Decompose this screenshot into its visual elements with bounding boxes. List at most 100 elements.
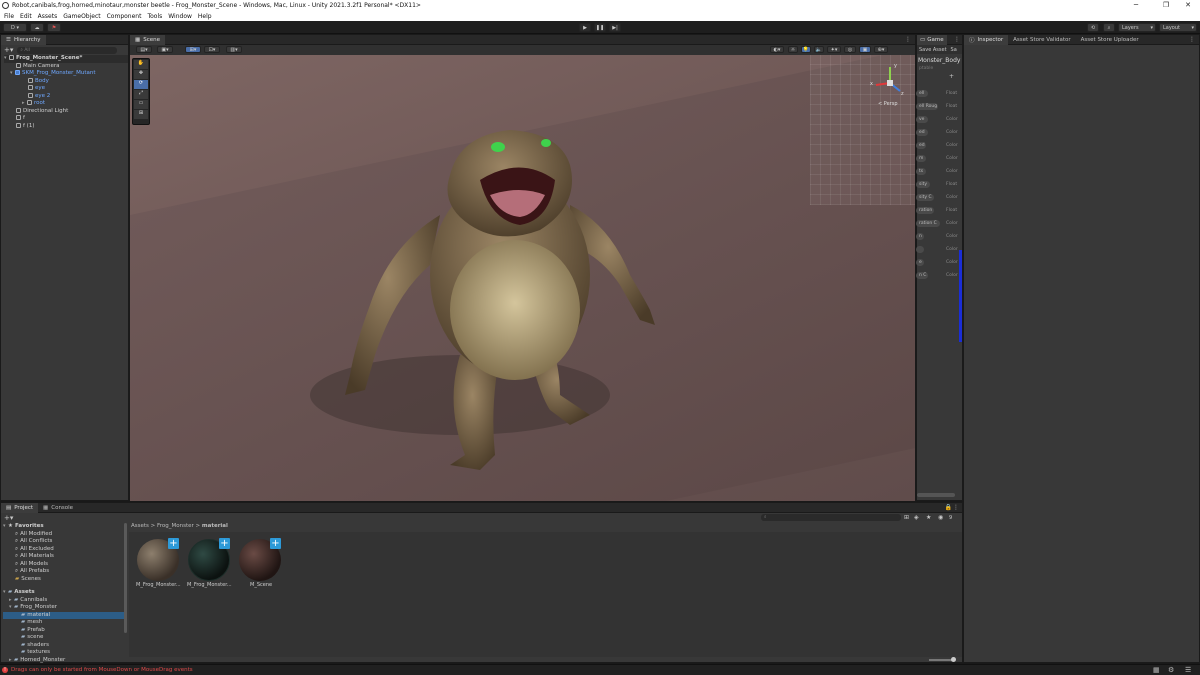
- layout-dropdown[interactable]: Layout ▾: [1159, 23, 1197, 32]
- prop-field[interactable]: sity: [916, 181, 930, 188]
- rect-tool-icon[interactable]: ▭: [134, 100, 148, 109]
- lock-icon[interactable]: 🔒: [945, 504, 952, 511]
- list-item[interactable]: ▾ SKM_Frog_Monster_Mutant: [4, 70, 128, 78]
- tab-scene[interactable]: ▦ Scene: [130, 34, 165, 45]
- assets-header[interactable]: ▾ ▰ Assets: [3, 589, 125, 597]
- menu-help[interactable]: Help: [198, 13, 212, 20]
- pause-button[interactable]: ❚❚: [594, 23, 606, 32]
- grid-snap-button[interactable]: ▥▾: [226, 46, 242, 53]
- prop-field[interactable]: ration C: [916, 220, 940, 227]
- debug-icon[interactable]: ⚙: [1168, 666, 1174, 674]
- collab-icon[interactable]: ⚑: [47, 23, 61, 32]
- step-button[interactable]: ▶|: [609, 23, 621, 32]
- list-item[interactable]: ▾ Frog_Monster_Scene*: [4, 55, 128, 63]
- blue-scrollbar[interactable]: [959, 250, 962, 342]
- list-item[interactable]: eye 2: [4, 92, 128, 101]
- menu-assets[interactable]: Assets: [38, 13, 58, 20]
- cache-icon[interactable]: ☰: [1185, 666, 1191, 674]
- tab-hierarchy[interactable]: ☰ Hierarchy: [1, 34, 46, 45]
- camera-icon[interactable]: ▣: [859, 46, 871, 53]
- list-item[interactable]: ▸ ▰ Cannibals: [3, 597, 125, 605]
- draw-mode-button[interactable]: ▣▾: [157, 46, 173, 53]
- transform-tool-icon[interactable]: ⊞: [134, 110, 148, 119]
- scene-viewport[interactable]: ✋ ✥ ⟳ ⤢ ▭ ⊞ y x z < Persp: [130, 55, 915, 501]
- 2d-toggle[interactable]: ◐▾: [770, 46, 784, 53]
- hierarchy-search-input[interactable]: ⌕ All: [17, 46, 118, 54]
- list-item[interactable]: ▸ root: [4, 100, 128, 108]
- more-icon[interactable]: ⋮: [1189, 36, 1195, 43]
- tab-asset-store-uploader[interactable]: Asset Store Uploader: [1076, 35, 1144, 45]
- project-search-input[interactable]: ⌕: [761, 514, 901, 521]
- list-item[interactable]: ▰ textures: [3, 649, 125, 657]
- game-scrollbar[interactable]: [917, 493, 955, 497]
- prop-field[interactable]: n: [916, 233, 924, 240]
- prop-field[interactable]: ts: [916, 168, 926, 175]
- persp-label[interactable]: < Persp: [878, 101, 898, 107]
- scene-gizmo[interactable]: y x z: [870, 63, 910, 103]
- move-tool-icon[interactable]: ✥: [134, 70, 148, 79]
- list-item[interactable]: Body: [4, 77, 128, 86]
- close-button[interactable]: ✕: [1176, 0, 1200, 11]
- light-icon[interactable]: 💡: [801, 46, 811, 53]
- rotate-tool-icon[interactable]: ⟳: [134, 80, 148, 89]
- prop-field[interactable]: ration: [916, 207, 934, 214]
- list-item[interactable]: ▰ mesh: [3, 619, 125, 627]
- minimize-button[interactable]: ─: [1124, 0, 1148, 11]
- play-button[interactable]: ▶: [579, 23, 591, 32]
- maximize-button[interactable]: ❐: [1154, 0, 1178, 11]
- list-item[interactable]: eye: [4, 85, 128, 93]
- list-item[interactable]: ▰ material: [3, 611, 125, 619]
- prop-field[interactable]: ell: [916, 90, 928, 97]
- list-item[interactable]: ▰ scene: [3, 634, 125, 642]
- add-icon[interactable]: +▾: [4, 514, 13, 522]
- menu-gameobject[interactable]: GameObject: [63, 13, 100, 20]
- save-asset-button[interactable]: Save Asset: [917, 47, 949, 53]
- account-button[interactable]: D ▾: [3, 23, 27, 32]
- layers-dropdown[interactable]: Layers ▾: [1118, 23, 1156, 32]
- frog-monster-model[interactable]: [130, 55, 915, 501]
- menu-component[interactable]: Component: [107, 13, 142, 20]
- prop-field[interactable]: ve: [916, 116, 928, 123]
- filter-by-label-icon[interactable]: ◈: [914, 514, 919, 521]
- scale-tool-icon[interactable]: ⤢: [134, 90, 148, 99]
- audio-icon[interactable]: 🔈: [814, 46, 824, 53]
- breadcrumb-material[interactable]: material: [202, 523, 228, 529]
- breadcrumb-assets[interactable]: Assets: [131, 523, 149, 529]
- shading-mode-button[interactable]: ▤▾: [136, 46, 152, 53]
- breadcrumb-frog-monster[interactable]: Frog_Monster: [157, 523, 194, 529]
- menu-tools[interactable]: Tools: [147, 13, 162, 20]
- tab-inspector[interactable]: ⓘ Inspector: [964, 34, 1009, 45]
- list-item[interactable]: ▾ ▰ Frog_Monster: [3, 604, 125, 612]
- more-icon[interactable]: ⋮: [953, 504, 959, 511]
- list-item[interactable]: ⌕ All Conflicts: [3, 538, 125, 546]
- prop-field[interactable]: [916, 246, 924, 253]
- prop-field[interactable]: ell Roug: [916, 103, 938, 110]
- add-icon[interactable]: +: [219, 538, 230, 549]
- hand-tool-icon[interactable]: ✋: [134, 60, 148, 69]
- global-button[interactable]: ⊡▾: [204, 46, 220, 53]
- list-item[interactable]: ⌕ All Models: [3, 561, 125, 569]
- gizmos-button[interactable]: ⊕▾: [874, 46, 888, 53]
- tab-asset-store-validator[interactable]: Asset Store Validator: [1008, 35, 1075, 45]
- hidden-objects-icon[interactable]: ◎: [844, 46, 856, 53]
- list-item[interactable]: ▰ Prefab: [3, 627, 125, 635]
- list-item[interactable]: ▸ ▰ Horned_Monster: [3, 657, 125, 665]
- list-item[interactable]: Main Camera: [4, 62, 128, 71]
- hidden-packages-icon[interactable]: ◉: [938, 514, 943, 521]
- prop-field[interactable]: e: [916, 259, 924, 266]
- status-error-text[interactable]: Drags can only be started from MouseDown…: [11, 667, 193, 673]
- history-icon[interactable]: ⟲: [1087, 23, 1099, 32]
- add-icon[interactable]: +▾: [4, 46, 13, 54]
- add-icon[interactable]: +: [168, 538, 179, 549]
- list-item[interactable]: ⌕ All Prefabs: [3, 568, 125, 576]
- pivot-button[interactable]: ⊞▾: [185, 46, 201, 53]
- tab-console[interactable]: ▦ Console: [38, 503, 78, 513]
- prop-field[interactable]: sity C: [916, 194, 934, 201]
- menu-edit[interactable]: Edit: [20, 13, 32, 20]
- list-item[interactable]: ▰ Scenes: [3, 576, 125, 584]
- filter-by-type-icon[interactable]: ⊞: [904, 514, 909, 521]
- zoom-slider-handle[interactable]: [951, 657, 956, 662]
- more-icon[interactable]: ⋮: [954, 36, 960, 43]
- favorites-header[interactable]: ▾ ★ Favorites: [3, 523, 125, 531]
- list-item[interactable]: ⌕ All Modified: [3, 531, 125, 539]
